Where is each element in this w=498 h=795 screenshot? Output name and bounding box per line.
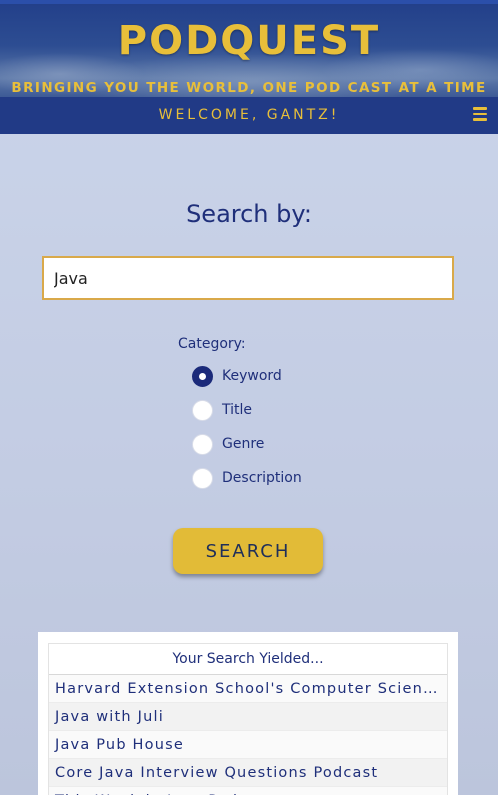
results-header: Your Search Yielded... [49,644,447,675]
search-input[interactable] [42,256,454,300]
results-table: Your Search Yielded... Harvard Extension… [48,643,448,795]
result-item[interactable]: This Week in Java Podcast [49,787,447,795]
search-heading: Search by: [186,200,312,228]
radio-label-title: Title [222,402,253,418]
results-panel: Your Search Yielded... Harvard Extension… [38,632,458,795]
welcome-message: WELCOME, GANTZ! [158,107,340,123]
radio-label-genre: Genre [222,436,265,452]
category-option-description[interactable]: Description [192,467,302,489]
radio-title[interactable] [192,399,213,421]
category-label: Category: [178,336,246,352]
radio-keyword[interactable] [192,365,213,387]
category-option-genre[interactable]: Genre [192,433,264,455]
result-item[interactable]: Java with Juli [49,703,447,731]
category-option-title[interactable]: Title [192,399,252,421]
hamburger-menu-icon[interactable] [473,107,487,121]
radio-description[interactable] [192,467,213,489]
result-item[interactable]: Core Java Interview Questions Podcast [49,759,447,787]
result-item[interactable]: Java Pub House [49,731,447,759]
radio-genre[interactable] [192,433,213,455]
result-item[interactable]: Harvard Extension School's Computer Scie… [49,675,447,703]
header-banner: PODQUEST BRINGING YOU THE WORLD, ONE POD… [0,0,498,97]
radio-label-keyword: Keyword [222,368,282,384]
search-button[interactable]: SEARCH [173,528,323,574]
nav-bar: WELCOME, GANTZ! [0,97,498,134]
radio-label-description: Description [222,470,302,486]
category-option-keyword[interactable]: Keyword [192,365,282,387]
app-tagline: BRINGING YOU THE WORLD, ONE POD CAST AT … [11,80,487,96]
app-title: PODQUEST [117,18,381,64]
